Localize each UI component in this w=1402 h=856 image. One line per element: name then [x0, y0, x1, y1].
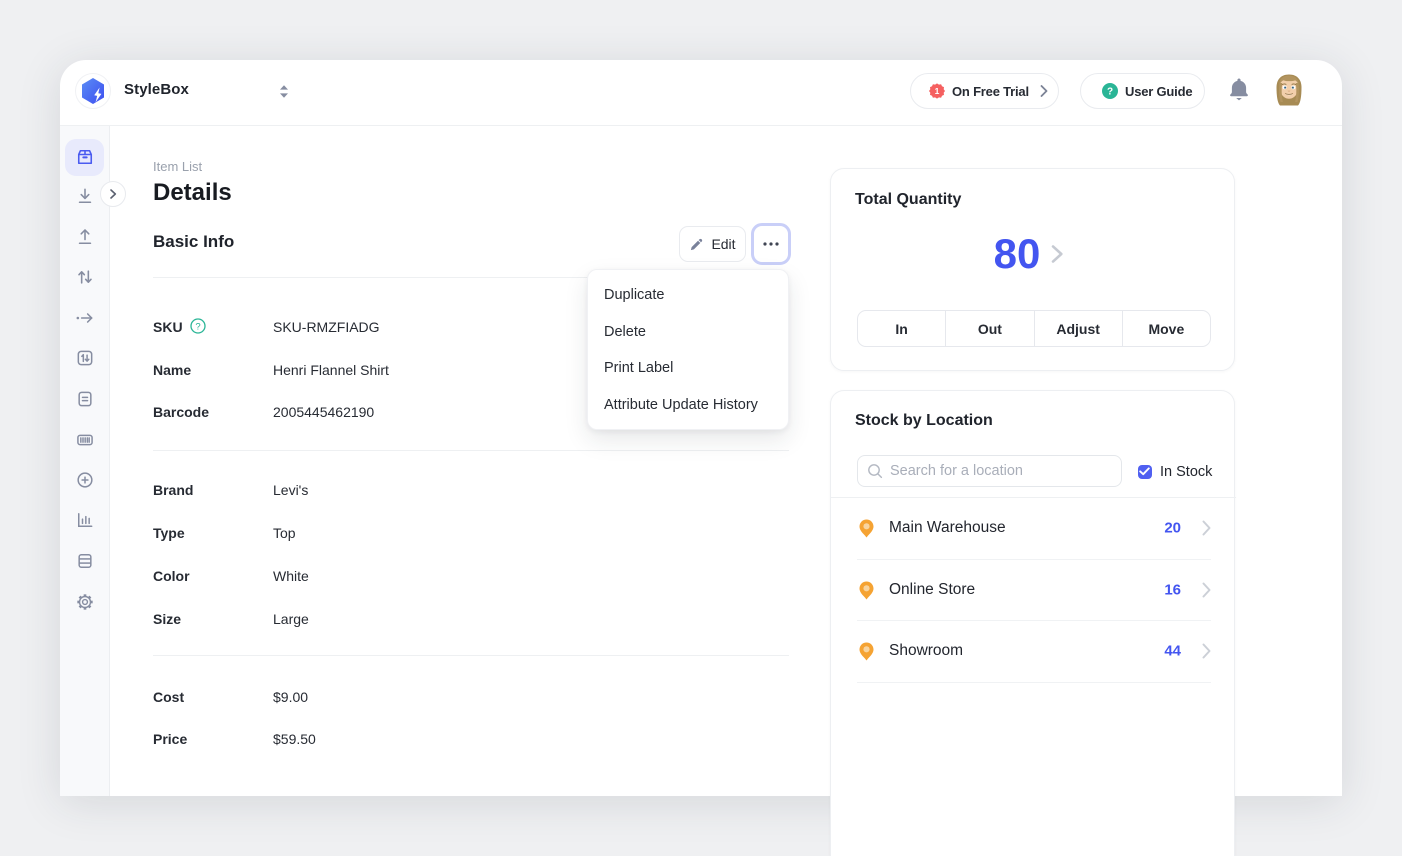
svg-text:1: 1: [935, 86, 940, 96]
svg-text:?: ?: [195, 321, 200, 332]
svg-text:?: ?: [1107, 87, 1113, 98]
